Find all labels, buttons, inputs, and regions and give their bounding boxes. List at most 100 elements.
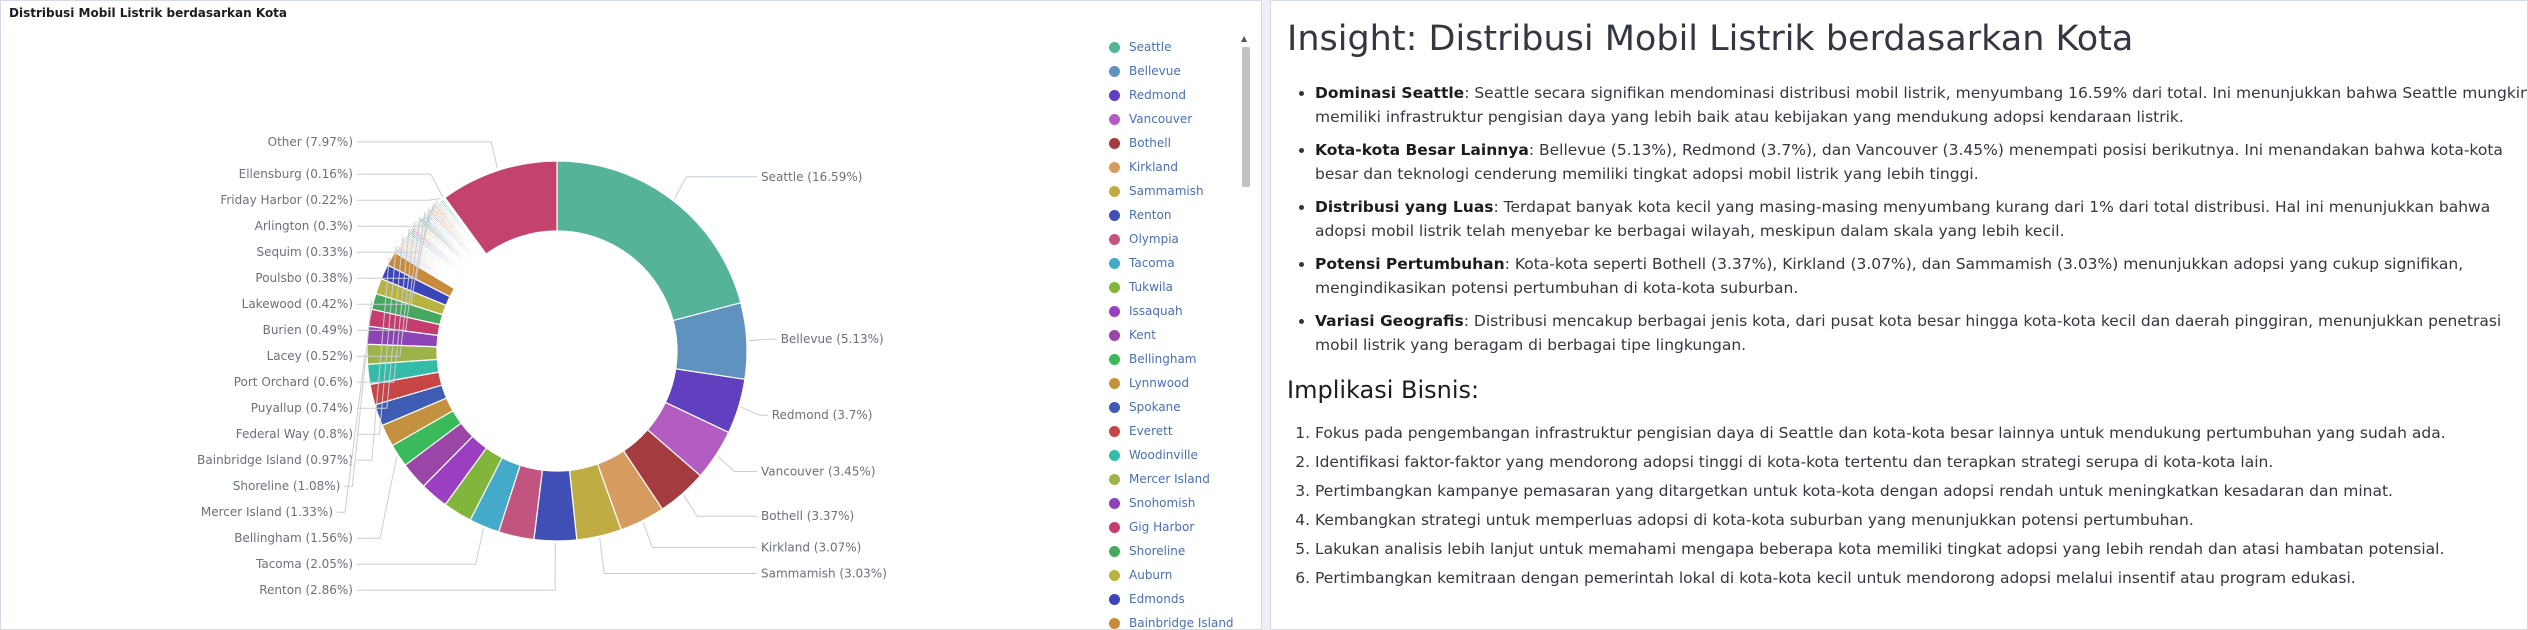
- chart-legend: Seattle Bellevue Redmond Vancouver Bothell Ki…: [1109, 35, 1234, 629]
- label-leader-line: [357, 141, 498, 169]
- insight-title: Insight: Distribusi Mobil Listrik berdas…: [1287, 19, 2134, 59]
- implication-item: Pertimbangkan kampanye pemasaran yang di…: [1315, 479, 2527, 503]
- slice-label: Lakewood (0.42%): [242, 297, 353, 311]
- legend-label: Bellingham: [1129, 352, 1197, 366]
- insight-points-list: Dominasi Seattle: Seattle secara signifi…: [1287, 81, 2527, 366]
- label-leader-line: [642, 522, 757, 549]
- legend-item[interactable]: Olympia: [1109, 227, 1229, 251]
- legend-swatch: [1109, 425, 1120, 437]
- label-leader-line: [740, 406, 768, 416]
- insight-point-heading: Variasi Geografis: [1315, 312, 1464, 330]
- legend-item[interactable]: Auburn: [1109, 563, 1229, 587]
- legend-swatch: [1109, 89, 1120, 101]
- legend-item[interactable]: Seattle: [1109, 35, 1229, 59]
- legend-item[interactable]: Edmonds: [1109, 587, 1229, 611]
- legend-item[interactable]: Shoreline: [1109, 539, 1229, 563]
- legend-label: Snohomish: [1129, 496, 1196, 510]
- legend-item[interactable]: Issaquah: [1109, 299, 1229, 323]
- slice-label: Bainbridge Island (0.97%): [197, 453, 353, 467]
- label-leader-line: [717, 455, 757, 472]
- implication-item: Fokus pada pengembangan infrastruktur pe…: [1315, 421, 2527, 445]
- legend-item[interactable]: Tacoma: [1109, 251, 1229, 275]
- legend-item[interactable]: Gig Harbor: [1109, 515, 1229, 539]
- slice-seattle[interactable]: [556, 160, 742, 322]
- legend-swatch: [1109, 41, 1120, 53]
- legend-swatch: [1109, 233, 1120, 245]
- implication-item: Pertimbangkan kemitraan dengan pemerinta…: [1315, 566, 2527, 590]
- legend-swatch: [1109, 545, 1120, 557]
- legend-item[interactable]: Snohomish: [1109, 491, 1229, 515]
- legend-label: Auburn: [1129, 568, 1173, 582]
- legend-swatch: [1109, 161, 1120, 173]
- legend-item[interactable]: Everett: [1109, 419, 1229, 443]
- insight-point: Distribusi yang Luas: Terdapat banyak ko…: [1315, 195, 2527, 243]
- legend-label: Bainbridge Island: [1129, 616, 1234, 630]
- legend-label: Olympia: [1129, 232, 1179, 246]
- legend-item[interactable]: Mercer Island: [1109, 467, 1229, 491]
- legend-item[interactable]: Woodinville: [1109, 443, 1229, 467]
- slice-label: Port Orchard (0.6%): [234, 375, 353, 389]
- implications-list: Fokus pada pengembangan infrastruktur pe…: [1287, 421, 2527, 595]
- slice-label: Shoreline (1.08%): [233, 479, 341, 493]
- label-leader-line: [357, 173, 444, 197]
- legend-item[interactable]: Spokane: [1109, 395, 1229, 419]
- legend-item[interactable]: Lynnwood: [1109, 371, 1229, 395]
- label-leader-line: [673, 176, 757, 200]
- legend-label: Renton: [1129, 208, 1172, 222]
- slice-label: Redmond (3.7%): [772, 408, 873, 422]
- legend-label: Kent: [1129, 328, 1156, 342]
- legend-item[interactable]: Bainbridge Island: [1109, 611, 1234, 629]
- legend-item[interactable]: Tukwila: [1109, 275, 1229, 299]
- label-leader-line: [748, 338, 777, 342]
- slice-label: Bothell (3.37%): [761, 509, 854, 523]
- legend-label: Sammamish: [1129, 184, 1204, 198]
- label-leader-line: [683, 494, 757, 517]
- label-leader-line: [357, 542, 556, 591]
- insight-point: Dominasi Seattle: Seattle secara signifi…: [1315, 81, 2527, 129]
- legend-item[interactable]: Sammamish: [1109, 179, 1229, 203]
- slice-label: Other (7.97%): [268, 135, 353, 149]
- legend-item[interactable]: Bellevue: [1109, 59, 1229, 83]
- legend-swatch: [1109, 113, 1120, 125]
- legend-swatch: [1109, 569, 1120, 581]
- legend-swatch: [1109, 185, 1120, 197]
- legend-swatch: [1109, 281, 1120, 293]
- slice-label: Seattle (16.59%): [761, 170, 862, 184]
- insight-point-text: : Distribusi mencakup berbagai jenis kot…: [1315, 312, 2502, 354]
- slice-label: Vancouver (3.45%): [761, 464, 876, 478]
- legend-scrollbar-thumb[interactable]: [1242, 47, 1250, 187]
- legend-item[interactable]: Kent: [1109, 323, 1229, 347]
- insight-point: Potensi Pertumbuhan: Kota-kota seperti B…: [1315, 252, 2527, 300]
- legend-item[interactable]: Renton: [1109, 203, 1229, 227]
- legend-swatch: [1109, 449, 1120, 461]
- legend-label: Mercer Island: [1129, 472, 1210, 486]
- legend-swatch: [1109, 353, 1120, 365]
- slice-label: Federal Way (0.8%): [236, 427, 353, 441]
- insight-point: Kota-kota Besar Lainnya: Bellevue (5.13%…: [1315, 138, 2527, 186]
- legend-item[interactable]: Kirkland: [1109, 155, 1229, 179]
- legend-item[interactable]: Bellingham: [1109, 347, 1229, 371]
- slice-label: Lacey (0.52%): [267, 349, 353, 363]
- slice-label: Puyallup (0.74%): [251, 401, 353, 415]
- insight-point-heading: Distribusi yang Luas: [1315, 198, 1494, 216]
- legend-label: Kirkland: [1129, 160, 1178, 174]
- legend-label: Redmond: [1129, 88, 1187, 102]
- donut-chart: Seattle (16.59%) Bellevue (5.13%) Redmond …: [197, 135, 887, 597]
- legend-label: Bellevue: [1129, 64, 1181, 78]
- legend-item[interactable]: Bothell: [1109, 131, 1229, 155]
- legend-label: Shoreline: [1129, 544, 1186, 558]
- legend-label: Woodinville: [1129, 448, 1198, 462]
- insight-point-heading: Potensi Pertumbuhan: [1315, 255, 1505, 273]
- legend-swatch: [1109, 209, 1120, 221]
- slice-label: Bellingham (1.56%): [234, 531, 353, 545]
- label-leader-line: [599, 538, 757, 575]
- implication-item: Identifikasi faktor-faktor yang mendoron…: [1315, 450, 2527, 474]
- slice-label: Poulsbo (0.38%): [255, 271, 353, 285]
- legend-item[interactable]: Redmond: [1109, 83, 1229, 107]
- legend-swatch: [1109, 137, 1120, 149]
- legend-item[interactable]: Vancouver: [1109, 107, 1229, 131]
- chart-panel: Distribusi Mobil Listrik berdasarkan Kot…: [0, 0, 1262, 630]
- label-leader-line: [357, 528, 484, 565]
- slice-label: Sequim (0.33%): [256, 245, 353, 259]
- slice-label: Tacoma (2.05%): [255, 557, 353, 571]
